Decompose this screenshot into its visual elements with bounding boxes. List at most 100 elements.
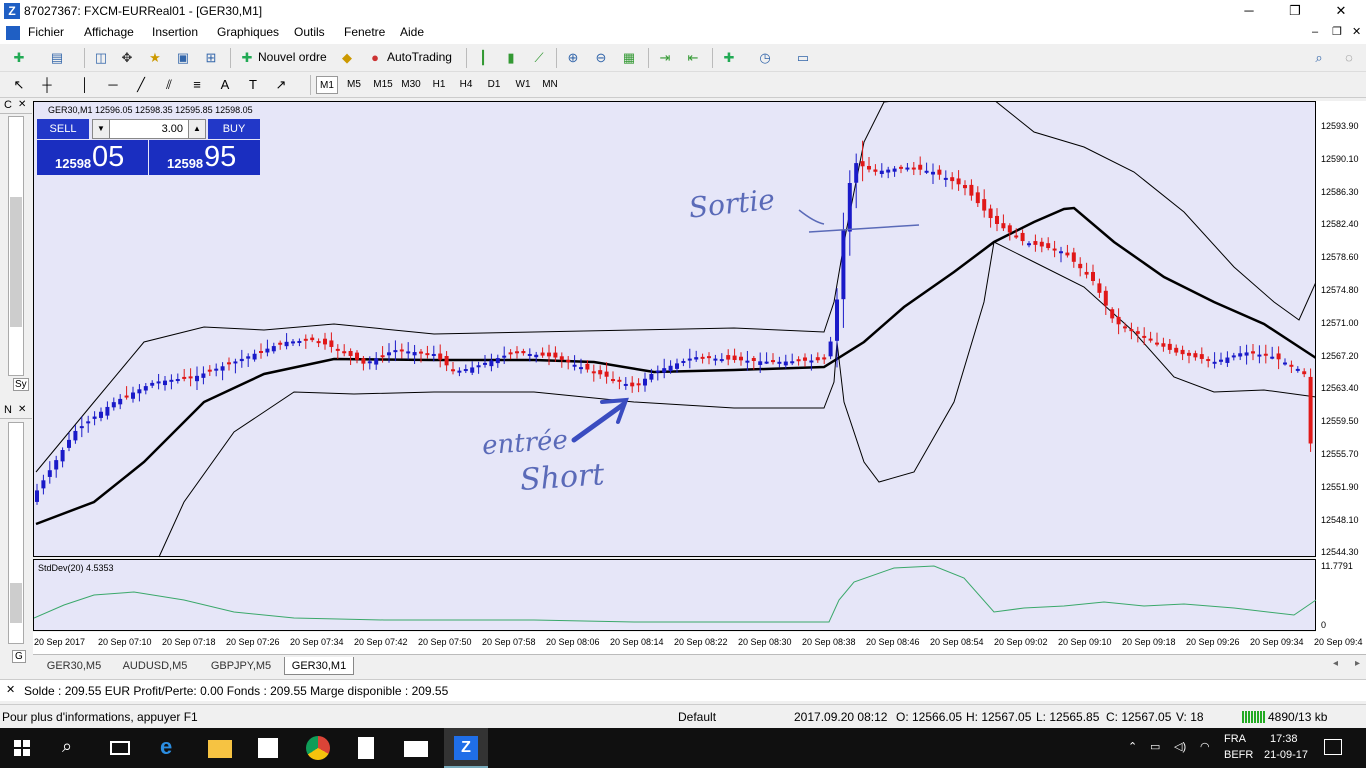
stddev-indicator-window[interactable]: StdDev(20) 4.5353 — [33, 559, 1317, 631]
tf-m1[interactable]: M1 — [316, 76, 338, 94]
tray-up-icon[interactable]: ⌃ — [1128, 740, 1137, 753]
minimize-button[interactable]: ─ — [1226, 0, 1272, 22]
tab-gbpjpy-m5[interactable]: GBPJPY,M5 — [201, 657, 281, 675]
document-icon[interactable] — [358, 737, 374, 759]
menu-aide[interactable]: Aide — [400, 25, 424, 39]
profiles-icon[interactable]: ▤ — [48, 49, 66, 67]
clock-time[interactable]: 17:38 — [1270, 733, 1298, 745]
edge-icon[interactable]: e — [160, 734, 172, 760]
tf-h1[interactable]: H1 — [428, 76, 450, 94]
tf-w1[interactable]: W1 — [511, 76, 535, 94]
tf-m5[interactable]: M5 — [342, 76, 366, 94]
zoom-in-icon[interactable]: ⊕ — [564, 49, 582, 67]
candlestick-icon[interactable]: ▮ — [502, 49, 520, 67]
status-open: O: 12566.05 — [896, 710, 963, 724]
account-close-icon[interactable]: ✕ — [6, 683, 15, 696]
tf-m30[interactable]: M30 — [397, 76, 425, 94]
menu-fichier[interactable]: Fichier — [28, 25, 64, 39]
wifi-icon[interactable]: ◠ — [1200, 740, 1210, 753]
child-restore-icon[interactable]: ❐ — [1332, 25, 1342, 38]
market-watch-icon[interactable]: ◫ — [92, 49, 110, 67]
trendline-icon[interactable]: ╱ — [132, 76, 150, 94]
market-watch-close-icon[interactable]: ✕ — [18, 99, 26, 110]
vertical-line-icon[interactable]: │ — [76, 76, 94, 94]
tile-windows-icon[interactable]: ▦ — [620, 49, 638, 67]
metatrader-taskbar-button[interactable]: Z — [444, 728, 488, 768]
horizontal-line-icon[interactable]: ─ — [104, 76, 122, 94]
tf-d1[interactable]: D1 — [483, 76, 505, 94]
volume-down-icon[interactable]: ▼ — [92, 119, 110, 139]
battery-icon[interactable]: ▭ — [1150, 740, 1160, 753]
tf-m15[interactable]: M15 — [369, 76, 397, 94]
chat-icon[interactable]: ◌ — [1340, 49, 1358, 67]
metaeditor-icon[interactable]: ◆ — [338, 49, 356, 67]
buy-price[interactable]: 12598 95 — [149, 140, 260, 175]
scrollbar-top[interactable] — [8, 116, 24, 376]
maximize-button[interactable]: ❐ — [1272, 0, 1318, 22]
volume-icon[interactable]: ◁) — [1174, 740, 1186, 753]
general-tab[interactable]: G — [12, 650, 26, 663]
lang-befr[interactable]: BEFR — [1224, 749, 1253, 761]
indicators-icon[interactable]: ✚ — [720, 49, 738, 67]
autotrading-button[interactable]: AutoTrading — [387, 50, 452, 64]
terminal-icon[interactable]: ▣ — [174, 49, 192, 67]
store-icon[interactable] — [258, 738, 278, 758]
menu-outils[interactable]: Outils — [294, 25, 325, 39]
clock-date[interactable]: 21-09-17 — [1264, 749, 1308, 761]
sell-button[interactable]: SELL — [37, 119, 89, 139]
tf-h4[interactable]: H4 — [455, 76, 477, 94]
cursor-icon[interactable]: ↖ — [10, 76, 28, 94]
bar-chart-icon[interactable]: ┃ — [474, 49, 492, 67]
navigator-close-icon[interactable]: ✕ — [18, 404, 26, 415]
search-icon[interactable]: ⌕ — [1310, 49, 1328, 67]
tab-audusd-m5[interactable]: AUDUSD,M5 — [113, 657, 197, 675]
chrome-icon[interactable] — [306, 736, 330, 760]
symbols-tab[interactable]: Sy — [13, 378, 29, 391]
periods-icon[interactable]: ◷ — [756, 49, 774, 67]
task-view-icon[interactable] — [110, 741, 130, 755]
lang-fra[interactable]: FRA — [1224, 733, 1246, 745]
autotrading-icon[interactable]: ● — [366, 49, 384, 67]
text-label-icon[interactable]: T — [244, 76, 262, 94]
market-watch-tab[interactable]: C — [4, 99, 12, 111]
close-button[interactable]: ✕ — [1318, 0, 1364, 22]
time-axis-label: 20 Sep 08:54 — [930, 637, 984, 647]
search-icon[interactable]: ⌕ — [62, 736, 72, 757]
buy-button[interactable]: BUY — [208, 119, 260, 139]
new-order-icon[interactable]: ✚ — [238, 49, 256, 67]
tester-icon[interactable]: ⊞ — [202, 49, 220, 67]
file-explorer-icon[interactable] — [208, 740, 232, 758]
mail-icon[interactable] — [404, 741, 428, 757]
menu-fenetre[interactable]: Fenetre — [344, 25, 385, 39]
menu-insertion[interactable]: Insertion — [152, 25, 198, 39]
chart-shift-icon[interactable]: ⇥ — [656, 49, 674, 67]
arrows-icon[interactable]: ↗ — [272, 76, 290, 94]
child-minimize-icon[interactable]: – — [1312, 26, 1318, 38]
menu-affichage[interactable]: Affichage — [84, 25, 134, 39]
tf-mn[interactable]: MN — [538, 76, 562, 94]
fibonacci-icon[interactable]: ≡ — [188, 76, 206, 94]
tab-ger30-m1[interactable]: GER30,M1 — [284, 657, 354, 675]
navigator-icon[interactable]: ★ — [146, 49, 164, 67]
child-close-icon[interactable]: ✕ — [1352, 25, 1361, 38]
crosshair-icon[interactable]: ┼ — [38, 76, 56, 94]
scrollbar-bottom[interactable] — [8, 422, 24, 644]
action-center-icon[interactable] — [1324, 739, 1342, 755]
volume-up-icon[interactable]: ▲ — [188, 119, 206, 139]
start-icon[interactable] — [14, 740, 30, 756]
tab-left-icon[interactable]: ◂ — [1333, 658, 1338, 669]
templates-icon[interactable]: ▭ — [794, 49, 812, 67]
new-chart-icon[interactable]: ✚ — [10, 49, 28, 67]
tab-right-icon[interactable]: ▸ — [1355, 658, 1360, 669]
menu-graphiques[interactable]: Graphiques — [217, 25, 279, 39]
channel-icon[interactable]: ⫽ — [160, 76, 178, 94]
text-icon[interactable]: A — [216, 76, 234, 94]
sell-price[interactable]: 12598 05 — [37, 140, 148, 175]
navigator-tab[interactable]: N — [4, 404, 12, 416]
new-order-button[interactable]: Nouvel ordre — [258, 50, 327, 64]
line-chart-icon[interactable]: ⟋ — [530, 49, 548, 67]
tab-ger30-m5[interactable]: GER30,M5 — [37, 657, 111, 675]
data-window-icon[interactable]: ✥ — [118, 49, 136, 67]
autoscroll-icon[interactable]: ⇤ — [684, 49, 702, 67]
zoom-out-icon[interactable]: ⊖ — [592, 49, 610, 67]
